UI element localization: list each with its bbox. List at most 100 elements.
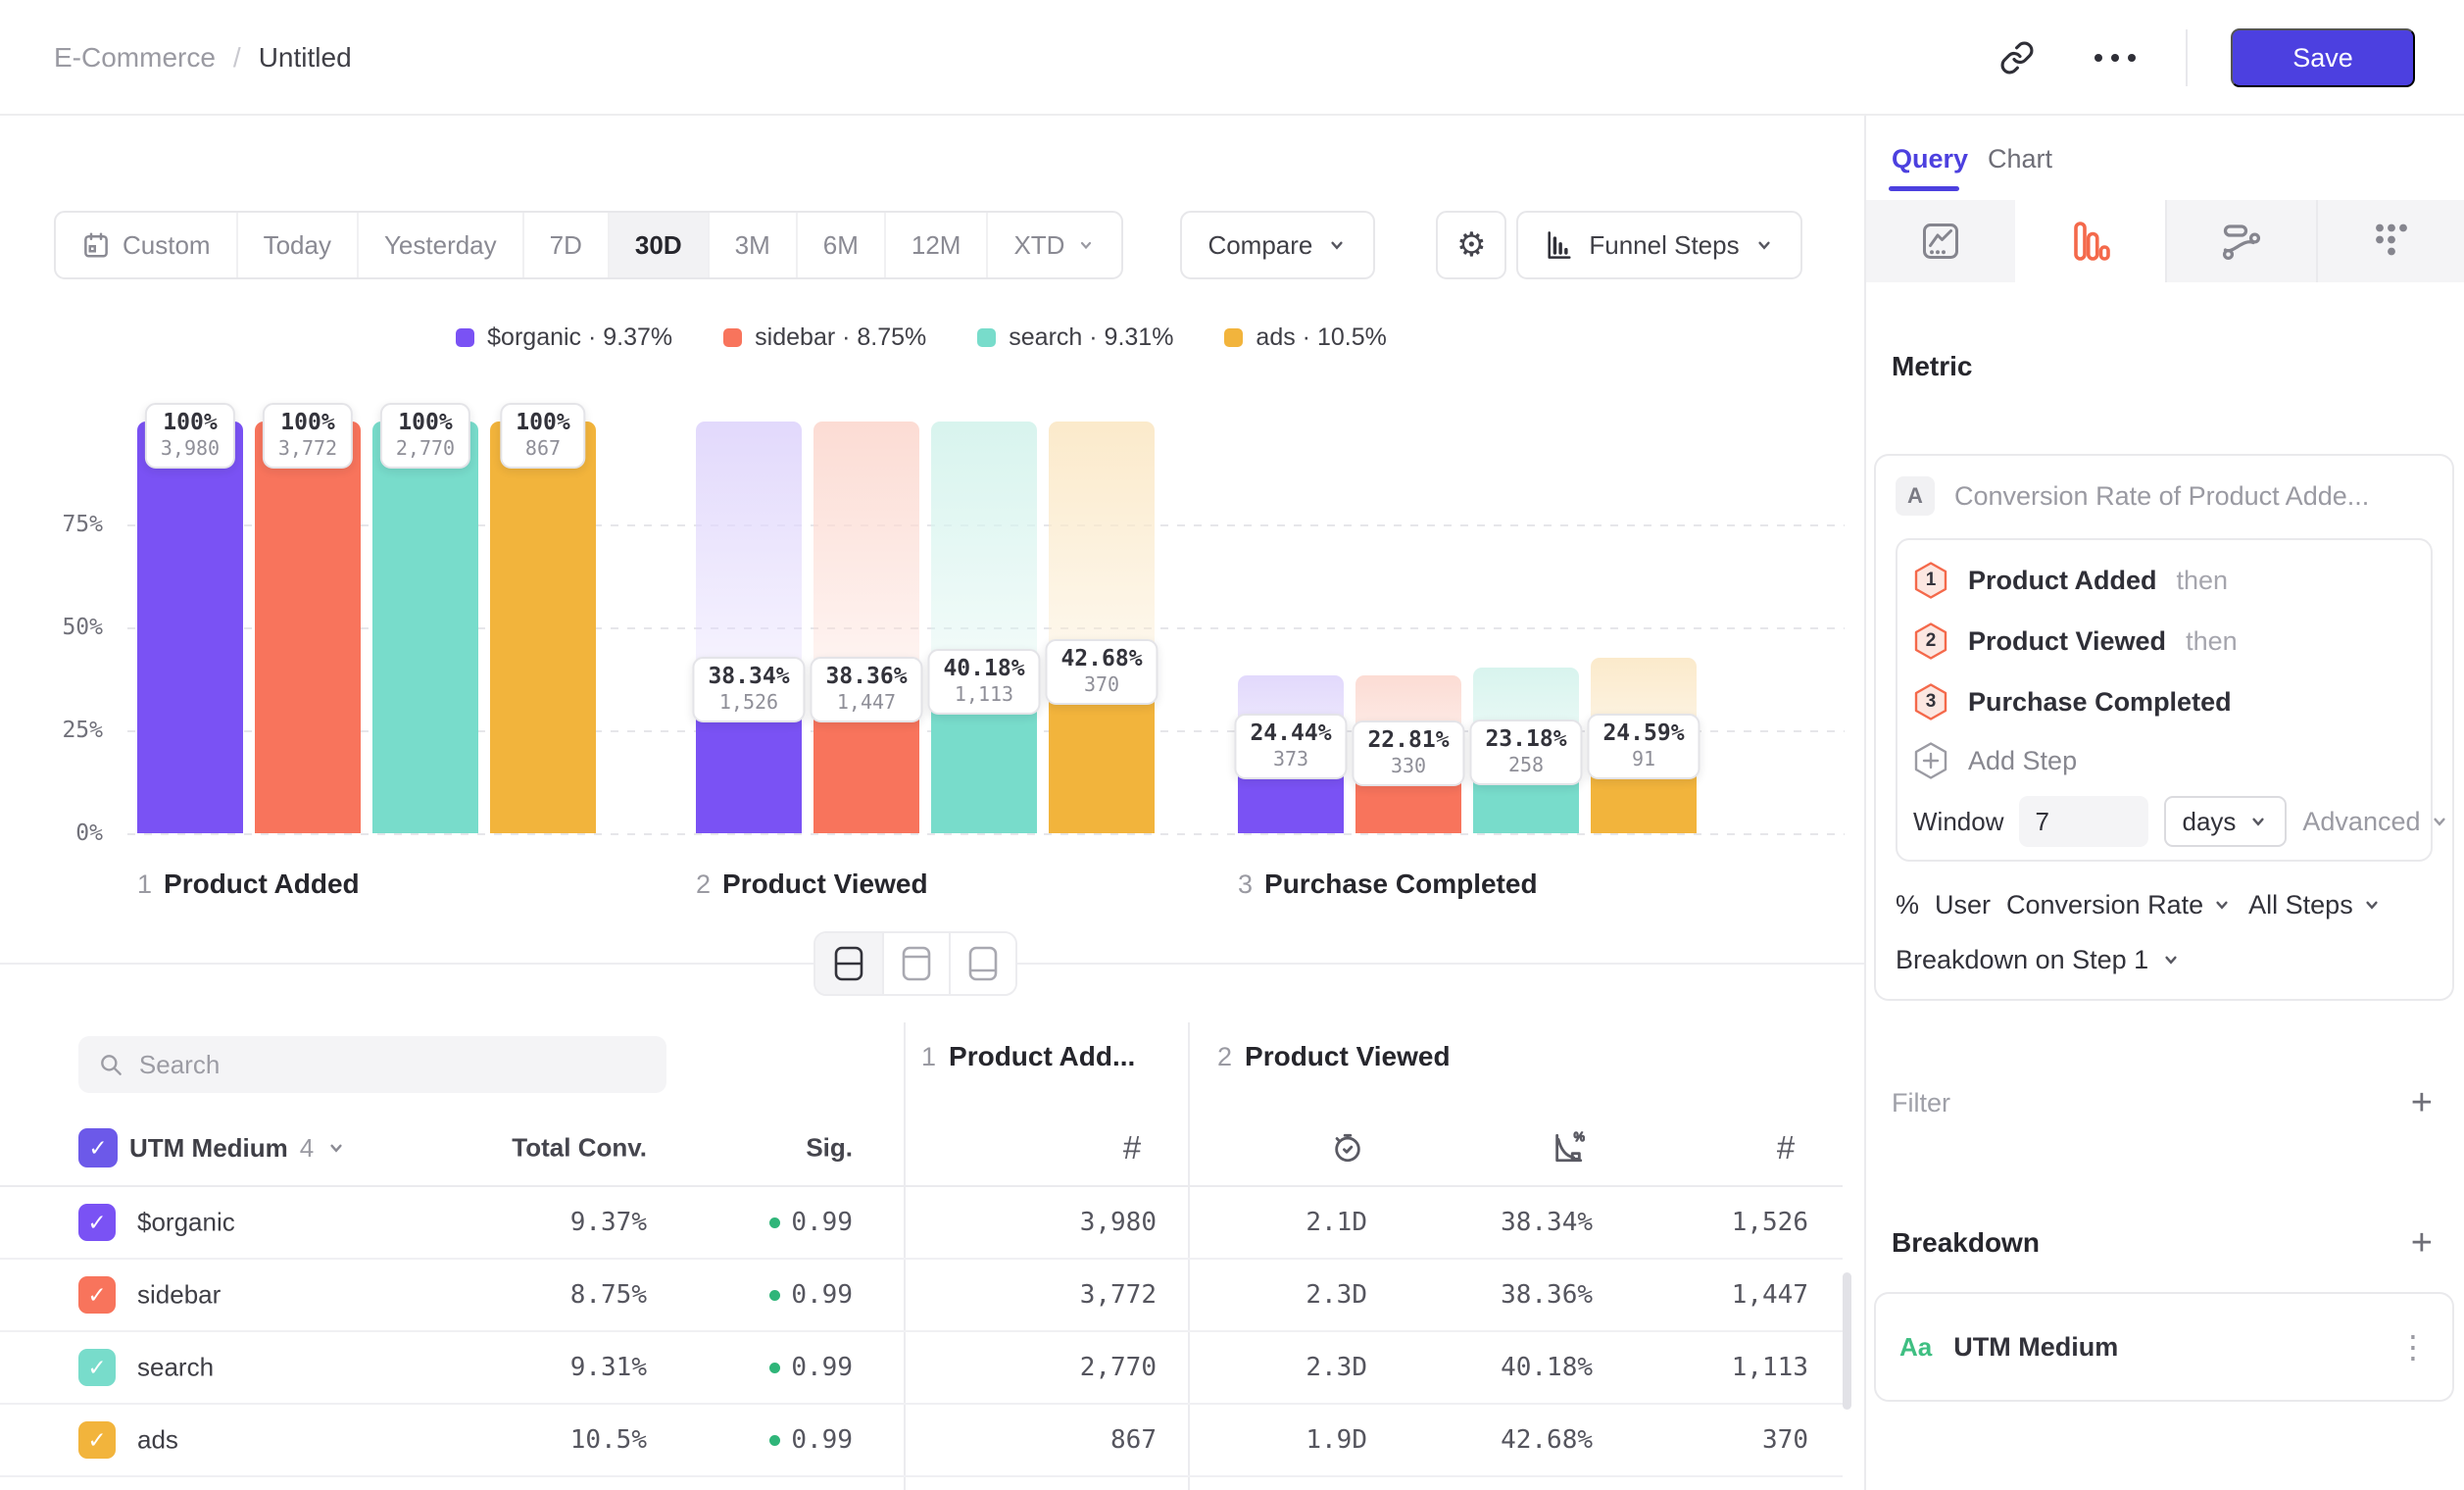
- range-xtd[interactable]: XTD: [986, 213, 1121, 277]
- breakdown-column-header[interactable]: ✓ UTM Medium 4: [78, 1128, 347, 1167]
- bar-ads-step2[interactable]: 42.68%370: [1049, 422, 1155, 833]
- query-step-1[interactable]: 1Product Addedthen: [1913, 550, 2415, 611]
- report-tab-funnels[interactable]: [2015, 200, 2166, 282]
- query-step-3[interactable]: 3Purchase Completed: [1913, 671, 2415, 732]
- bar-value-chip: 100%3,980: [145, 403, 235, 469]
- select-all-checkbox[interactable]: ✓: [78, 1128, 118, 1167]
- step-number: 2: [696, 869, 711, 900]
- bar-organic-step3[interactable]: 24.44%373: [1238, 422, 1344, 833]
- measure-row: % User Conversion Rate All Steps: [1896, 885, 2433, 924]
- breadcrumb-current[interactable]: Untitled: [259, 42, 352, 74]
- retention-icon: [2371, 221, 2412, 262]
- legend-item-sidebar[interactable]: sidebar · 8.75%: [723, 323, 926, 352]
- bar-value-chip: 24.59%91: [1587, 714, 1700, 779]
- breakdown-item[interactable]: Aa UTM Medium ⋮: [1874, 1292, 2454, 1402]
- breadcrumb-parent[interactable]: E-Commerce: [54, 42, 216, 74]
- range-6m[interactable]: 6M: [796, 213, 884, 277]
- bar-percent: 42.68%: [1060, 646, 1142, 671]
- app-window: E-Commerce / Untitled Save CustomTodayYe…: [0, 0, 2464, 1490]
- chart-only-icon: [900, 945, 933, 982]
- add-filter-button[interactable]: +: [2411, 1084, 2433, 1121]
- all-steps-select[interactable]: All Steps: [2248, 890, 2383, 920]
- report-tab-flows[interactable]: [2165, 200, 2316, 282]
- compare-label: Compare: [1207, 230, 1312, 261]
- metric-letter-badge: A: [1896, 476, 1935, 516]
- metric-title-row[interactable]: A Conversion Rate of Product Adde...: [1896, 473, 2433, 519]
- tab-chart[interactable]: Chart: [1988, 133, 2052, 184]
- conversion-rate-select[interactable]: Conversion Rate: [2006, 890, 2233, 920]
- range-today[interactable]: Today: [236, 213, 357, 277]
- save-button[interactable]: Save: [2231, 28, 2415, 87]
- bar-search-step3[interactable]: 23.18%258: [1473, 422, 1579, 833]
- view-toggle-table-only[interactable]: [949, 933, 1015, 994]
- hash-icon[interactable]: #: [1123, 1129, 1141, 1167]
- legend-item-ads[interactable]: ads · 10.5%: [1224, 323, 1386, 352]
- window-value-input[interactable]: [2019, 796, 2148, 847]
- more-options-icon[interactable]: [2088, 30, 2143, 85]
- measure-user[interactable]: User: [1935, 890, 1991, 920]
- advanced-toggle[interactable]: Advanced: [2302, 807, 2449, 837]
- copy-link-icon[interactable]: [1990, 30, 2045, 85]
- range-yesterday[interactable]: Yesterday: [357, 213, 522, 277]
- view-toggle-split-horizontal[interactable]: [815, 933, 882, 994]
- bar-count: 258: [1485, 753, 1566, 776]
- chart-type-button[interactable]: Funnel Steps: [1516, 211, 1801, 279]
- report-tab-retention[interactable]: [2316, 200, 2464, 282]
- all-steps-label: All Steps: [2248, 890, 2353, 920]
- metric-heading: Metric: [1892, 351, 1972, 382]
- bar-count: 373: [1250, 747, 1331, 770]
- report-tab-insights[interactable]: [1866, 200, 2015, 282]
- chart-settings-button[interactable]: ⚙: [1436, 211, 1506, 279]
- breakdown-on-step-select[interactable]: Breakdown on Step 1: [1896, 940, 2433, 979]
- sig-header[interactable]: Sig.: [666, 1133, 853, 1164]
- row-checkbox[interactable]: ✓: [78, 1276, 116, 1314]
- view-toggle-chart-only[interactable]: [882, 933, 949, 994]
- legend-item-organic[interactable]: $organic · 9.37%: [456, 323, 672, 352]
- bar-sidebar-step2[interactable]: 38.36%1,447: [813, 422, 919, 833]
- bar-percent: 24.59%: [1602, 720, 1684, 746]
- metric-title: Conversion Rate of Product Adde...: [1954, 481, 2369, 512]
- conversion-chart-icon[interactable]: %: [1552, 1131, 1585, 1165]
- total-conv-header[interactable]: Total Conv.: [451, 1133, 647, 1164]
- row-checkbox[interactable]: ✓: [78, 1349, 116, 1386]
- bar-search-step2[interactable]: 40.18%1,113: [931, 422, 1037, 833]
- range-7d[interactable]: 7D: [522, 213, 608, 277]
- range-12m[interactable]: 12M: [884, 213, 987, 277]
- legend-swatch: [456, 328, 474, 347]
- breadcrumb-separator: /: [233, 42, 241, 74]
- sig-dot: [769, 1290, 780, 1301]
- bar-ads-step1[interactable]: 100%867: [490, 422, 596, 833]
- bar-sidebar-step1[interactable]: 100%3,772: [255, 422, 361, 833]
- compare-button[interactable]: Compare: [1180, 211, 1375, 279]
- kebab-menu-icon[interactable]: ⋮: [2397, 1328, 2429, 1366]
- string-type-icon: Aa: [1899, 1332, 1932, 1363]
- step-number: 1: [137, 869, 152, 900]
- bar-organic-step1[interactable]: 100%3,980: [137, 422, 243, 833]
- bar-organic-step2[interactable]: 38.34%1,526: [696, 422, 802, 833]
- row-checkbox[interactable]: ✓: [78, 1204, 116, 1241]
- hash-icon[interactable]: #: [1777, 1129, 1795, 1167]
- stopwatch-check-icon[interactable]: [1331, 1131, 1364, 1165]
- legend-item-search[interactable]: search · 9.31%: [977, 323, 1173, 352]
- query-step-2[interactable]: 2Product Viewedthen: [1913, 611, 2415, 671]
- window-unit-select[interactable]: days: [2164, 796, 2287, 847]
- bar-sidebar-step3[interactable]: 22.81%330: [1355, 422, 1461, 833]
- range-30d[interactable]: 30D: [608, 213, 708, 277]
- table-scrollbar[interactable]: [1843, 1272, 1851, 1410]
- search-input[interactable]: [139, 1050, 647, 1080]
- breakdown-section: Breakdown +: [1892, 1221, 2433, 1265]
- column-group-step1: 1 Product Add...: [921, 1041, 1135, 1072]
- tab-query[interactable]: Query: [1892, 133, 1968, 184]
- add-breakdown-button[interactable]: +: [2411, 1224, 2433, 1262]
- table-row-sidebar: ✓sidebar8.75%0.993,7722.3D38.36%1,447: [0, 1260, 1843, 1332]
- bar-value-chip: 100%2,770: [380, 403, 470, 469]
- range-3m[interactable]: 3M: [708, 213, 796, 277]
- bar-percent: 100%: [396, 410, 455, 435]
- bar-ads-step3[interactable]: 24.59%91: [1591, 422, 1697, 833]
- row-step2-time: 2.3D: [1201, 1280, 1367, 1310]
- bar-search-step1[interactable]: 100%2,770: [372, 422, 478, 833]
- range-custom[interactable]: Custom: [56, 213, 236, 277]
- sig-dot: [769, 1363, 780, 1373]
- add-step-button[interactable]: Add Step: [1913, 732, 2415, 789]
- row-checkbox[interactable]: ✓: [78, 1421, 116, 1459]
